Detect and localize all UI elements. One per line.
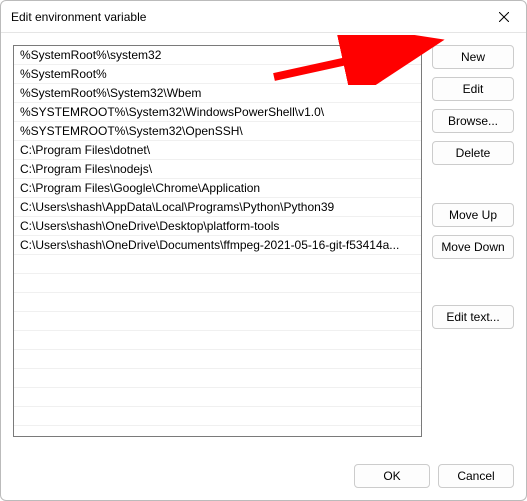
new-button[interactable]: New bbox=[432, 45, 514, 69]
cancel-button[interactable]: Cancel bbox=[438, 464, 514, 488]
dialog-content: %SystemRoot%\system32%SystemRoot%%System… bbox=[1, 33, 526, 500]
list-item[interactable] bbox=[14, 407, 421, 426]
titlebar: Edit environment variable bbox=[1, 1, 526, 33]
list-item[interactable]: %SystemRoot%\system32 bbox=[14, 46, 421, 65]
list-item[interactable] bbox=[14, 350, 421, 369]
list-item[interactable] bbox=[14, 293, 421, 312]
close-icon bbox=[499, 12, 509, 22]
dialog-bottom-buttons: OK Cancel bbox=[354, 464, 514, 488]
ok-button[interactable]: OK bbox=[354, 464, 430, 488]
delete-button[interactable]: Delete bbox=[432, 141, 514, 165]
list-item[interactable] bbox=[14, 255, 421, 274]
path-listbox[interactable]: %SystemRoot%\system32%SystemRoot%%System… bbox=[13, 45, 422, 437]
window-title: Edit environment variable bbox=[11, 10, 146, 24]
move-down-button[interactable]: Move Down bbox=[432, 235, 514, 259]
list-item[interactable] bbox=[14, 312, 421, 331]
list-item[interactable]: C:\Users\shash\AppData\Local\Programs\Py… bbox=[14, 198, 421, 217]
move-up-button[interactable]: Move Up bbox=[432, 203, 514, 227]
list-item[interactable]: C:\Users\shash\OneDrive\Desktop\platform… bbox=[14, 217, 421, 236]
list-item[interactable] bbox=[14, 388, 421, 407]
list-item[interactable]: C:\Program Files\nodejs\ bbox=[14, 160, 421, 179]
list-item[interactable]: C:\Users\shash\OneDrive\Documents\ffmpeg… bbox=[14, 236, 421, 255]
list-item[interactable]: %SystemRoot% bbox=[14, 65, 421, 84]
list-item[interactable]: %SYSTEMROOT%\System32\WindowsPowerShell\… bbox=[14, 103, 421, 122]
list-item[interactable]: %SystemRoot%\System32\Wbem bbox=[14, 84, 421, 103]
list-item[interactable] bbox=[14, 331, 421, 350]
list-item[interactable]: C:\Program Files\Google\Chrome\Applicati… bbox=[14, 179, 421, 198]
edit-text-button[interactable]: Edit text... bbox=[432, 305, 514, 329]
list-item[interactable]: %SYSTEMROOT%\System32\OpenSSH\ bbox=[14, 122, 421, 141]
list-item[interactable] bbox=[14, 369, 421, 388]
edit-button[interactable]: Edit bbox=[432, 77, 514, 101]
list-item[interactable]: C:\Program Files\dotnet\ bbox=[14, 141, 421, 160]
list-item[interactable] bbox=[14, 274, 421, 293]
browse-button[interactable]: Browse... bbox=[432, 109, 514, 133]
close-button[interactable] bbox=[482, 1, 526, 33]
side-button-panel: New Edit Browse... Delete Move Up Move D… bbox=[432, 45, 514, 437]
